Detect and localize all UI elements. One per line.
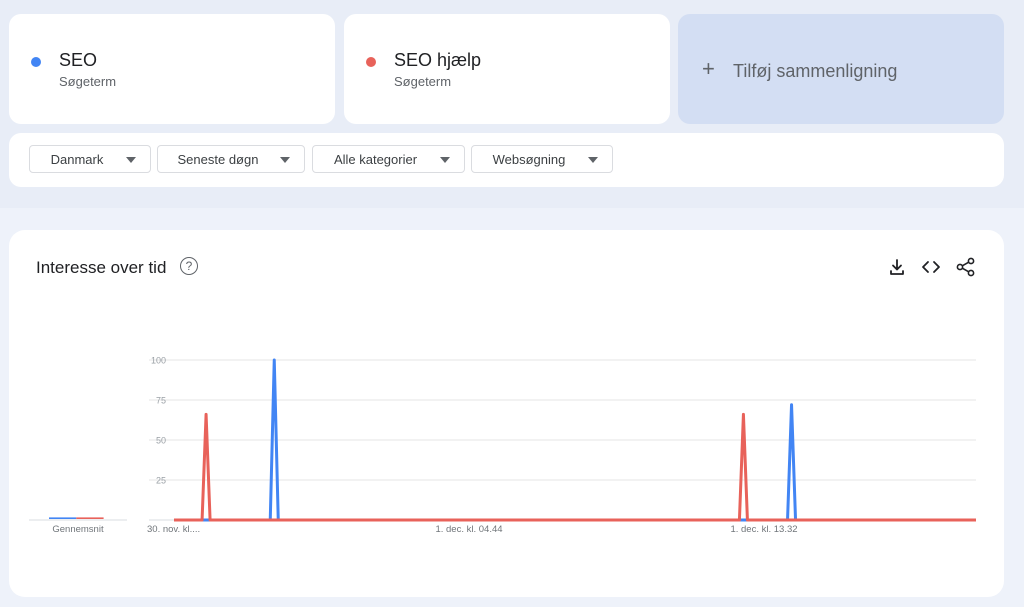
- add-comparison-button[interactable]: + Tilføj sammenligning: [678, 14, 1004, 124]
- caret-down-icon: [440, 157, 450, 163]
- embed-code-icon[interactable]: [920, 256, 942, 278]
- series-color-dot: [31, 57, 41, 67]
- average-bar-seo-hjaelp: [76, 517, 104, 519]
- dropdown-label: Danmark: [50, 152, 104, 167]
- category-dropdown[interactable]: Alle kategorier: [312, 145, 465, 173]
- series-line-seo-hjaelp: [174, 412, 976, 522]
- average-label: Gennemsnit: [52, 524, 104, 535]
- search-type-dropdown[interactable]: Websøgning: [471, 145, 613, 173]
- caret-down-icon: [280, 157, 290, 163]
- y-tick-label: 50: [156, 436, 166, 446]
- plus-icon: +: [702, 56, 715, 81]
- x-tick-label: 1. dec. kl. 13.32: [730, 524, 797, 535]
- interest-over-time-card: Interesse over tid ? 25 50 75 100 30. nov. k…: [9, 230, 1004, 597]
- search-term-card-seo-hjaelp[interactable]: SEO hjælp Søgeterm: [344, 14, 670, 124]
- filter-bar: Danmark Seneste døgn Alle kategorier Web…: [9, 133, 1004, 187]
- search-term-type: Søgeterm: [394, 74, 452, 89]
- caret-down-icon: [126, 157, 136, 163]
- search-term-card-seo[interactable]: SEO Søgeterm: [9, 14, 335, 124]
- time-range-dropdown[interactable]: Seneste døgn: [157, 145, 305, 173]
- dropdown-label: Websøgning: [492, 152, 566, 167]
- average-bar-seo: [49, 517, 77, 519]
- y-tick-label: 100: [151, 356, 166, 366]
- series-color-dot: [366, 57, 376, 67]
- dropdown-label: Alle kategorier: [333, 152, 418, 167]
- add-comparison-label: Tilføj sammenligning: [733, 61, 898, 81]
- y-tick-label: 75: [156, 396, 166, 406]
- search-term-name: SEO: [59, 50, 98, 70]
- search-term-type: Søgeterm: [59, 74, 117, 89]
- search-term-name: SEO hjælp: [394, 50, 482, 70]
- download-icon[interactable]: [886, 256, 908, 278]
- x-tick-label: 1. dec. kl. 04.44: [435, 524, 502, 535]
- help-icon[interactable]: ?: [180, 257, 198, 275]
- x-tick-label: 30. nov. kl....: [147, 524, 200, 535]
- caret-down-icon: [588, 157, 598, 163]
- chart-title: Interesse over tid: [36, 258, 167, 277]
- series-line-seo: [174, 358, 976, 522]
- dropdown-label: Seneste døgn: [177, 152, 259, 167]
- interest-chart: 25 50 75 100 30. nov. kl.... 1. dec. kl. 04.4…: [29, 356, 976, 535]
- share-icon[interactable]: [955, 256, 977, 278]
- y-tick-label: 25: [156, 476, 166, 486]
- region-dropdown[interactable]: Danmark: [29, 145, 151, 173]
